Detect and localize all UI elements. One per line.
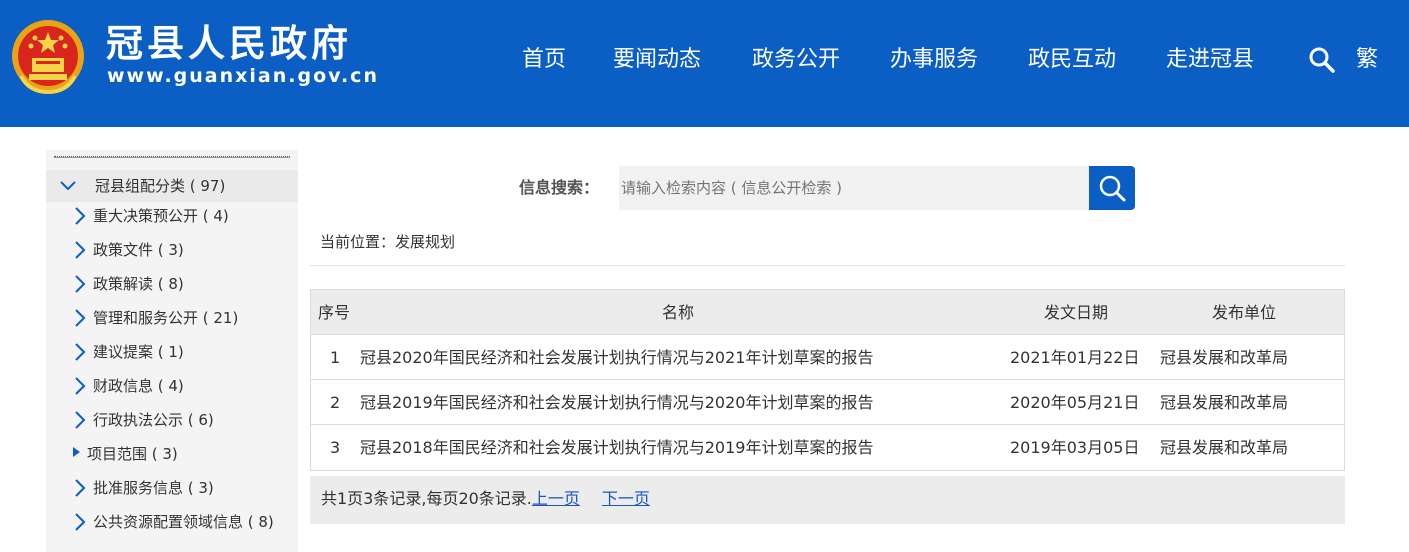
sidebar: 冠县组配分类 ( 97) 重大决策预公开 ( 4) 政策文件 ( 3) 政策解读… xyxy=(46,150,298,552)
chevron-right-icon xyxy=(75,309,86,327)
pagination: 共1页3条记录,每页20条记录.上一页 下一页 xyxy=(310,476,1345,524)
chevron-right-icon xyxy=(75,241,86,259)
sidebar-item-finance[interactable]: 财政信息 ( 4) xyxy=(46,371,298,401)
nav-item-services[interactable]: 办事服务 xyxy=(890,42,978,78)
nav-item-home[interactable]: 首页 xyxy=(522,42,566,78)
row-num: 1 xyxy=(330,348,341,367)
sidebar-item-label: 政策文件 ( 3) xyxy=(93,241,184,259)
sidebar-item-label: 财政信息 ( 4) xyxy=(93,377,184,395)
sidebar-item-label: 项目范围 ( 3) xyxy=(87,445,178,463)
document-table: 序号 名称 发文日期 发布单位 1 冠县2020年国民经济和社会发展计划执行情况… xyxy=(310,289,1345,471)
sidebar-item-law-enforcement[interactable]: 行政执法公示 ( 6) xyxy=(46,405,298,435)
row-title-link[interactable]: 冠县2019年国民经济和社会发展计划执行情况与2020年计划草案的报告 xyxy=(360,380,873,425)
national-emblem-icon[interactable] xyxy=(9,16,87,96)
row-num: 3 xyxy=(330,438,341,457)
row-unit: 冠县发展和改革局 xyxy=(1160,438,1289,457)
pagination-text: 共1页3条记录,每页20条记录.上一页 下一页 xyxy=(321,488,650,510)
sidebar-divider xyxy=(54,156,290,158)
divider xyxy=(310,265,1345,266)
next-page-link[interactable]: 下一页 xyxy=(602,489,650,508)
header-name: 名称 xyxy=(662,303,695,322)
chevron-right-icon xyxy=(75,411,86,429)
prev-page-link[interactable]: 上一页 xyxy=(532,489,580,508)
sidebar-category-head[interactable]: 冠县组配分类 ( 97) xyxy=(46,170,298,202)
table-row[interactable]: 2 冠县2019年国民经济和社会发展计划执行情况与2020年计划草案的报告 20… xyxy=(311,380,1344,425)
search-input[interactable] xyxy=(619,166,1090,210)
row-unit: 冠县发展和改革局 xyxy=(1160,348,1289,367)
header-date: 发文日期 xyxy=(1044,303,1109,322)
sidebar-item-label: 建议提案 ( 1) xyxy=(93,343,184,361)
row-date: 2021年01月22日 xyxy=(1010,348,1140,367)
table-row[interactable]: 3 冠县2018年国民经济和社会发展计划执行情况与2019年计划草案的报告 20… xyxy=(311,425,1344,470)
row-date: 2020年05月21日 xyxy=(1010,393,1140,412)
table-row[interactable]: 1 冠县2020年国民经济和社会发展计划执行情况与2021年计划草案的报告 20… xyxy=(311,335,1344,380)
nav-item-interaction[interactable]: 政民互动 xyxy=(1028,42,1116,78)
chevron-right-icon xyxy=(75,513,86,531)
sidebar-item-label: 批准服务信息 ( 3) xyxy=(93,479,214,497)
sidebar-item-label: 行政执法公示 ( 6) xyxy=(93,411,214,429)
row-title-link[interactable]: 冠县2018年国民经济和社会发展计划执行情况与2019年计划草案的报告 xyxy=(360,425,873,470)
sidebar-item-label: 重大决策预公开 ( 4) xyxy=(93,207,229,225)
chevron-right-icon xyxy=(75,275,86,293)
search-icon xyxy=(1099,175,1126,202)
sidebar-item-label: 政策解读 ( 8) xyxy=(93,275,184,293)
header-num: 序号 xyxy=(318,303,351,322)
search-label: 信息搜索： xyxy=(519,178,600,197)
row-unit: 冠县发展和改革局 xyxy=(1160,393,1289,412)
nav-item-news[interactable]: 要闻动态 xyxy=(613,42,701,78)
chevron-right-icon xyxy=(75,343,86,361)
traditional-chinese-toggle[interactable]: 繁 xyxy=(1356,42,1378,78)
nav-item-about[interactable]: 走进冠县 xyxy=(1166,42,1254,78)
search-icon[interactable] xyxy=(1308,46,1336,74)
chevron-down-icon xyxy=(60,181,76,191)
site-title[interactable]: 冠县人民政府 xyxy=(106,22,352,66)
chevron-right-icon xyxy=(75,377,86,395)
sidebar-item-approval-services[interactable]: 批准服务信息 ( 3) xyxy=(46,473,298,503)
sidebar-item-project-scope[interactable]: 项目范围 ( 3) xyxy=(46,439,298,469)
row-num: 2 xyxy=(330,393,341,412)
search-button[interactable] xyxy=(1089,166,1135,210)
sidebar-item-proposals[interactable]: 建议提案 ( 1) xyxy=(46,337,298,367)
sidebar-item-public-resources[interactable]: 公共资源配置领域信息 ( 8) xyxy=(46,507,298,537)
sidebar-item-policy-docs[interactable]: 政策文件 ( 3) xyxy=(46,235,298,265)
header-unit: 发布单位 xyxy=(1212,303,1277,322)
table-header: 序号 名称 发文日期 发布单位 xyxy=(311,290,1344,335)
triangle-right-icon xyxy=(73,447,80,457)
chevron-right-icon xyxy=(75,479,86,497)
sidebar-item-policy-interpretation[interactable]: 政策解读 ( 8) xyxy=(46,269,298,299)
nav-item-gov-affairs[interactable]: 政务公开 xyxy=(752,42,840,78)
chevron-right-icon xyxy=(75,207,86,225)
site-url: www.guanxian.gov.cn xyxy=(107,65,379,87)
breadcrumb: 当前位置：发展规划 xyxy=(320,233,456,251)
row-date: 2019年03月05日 xyxy=(1010,438,1140,457)
sidebar-item-label: 公共资源配置领域信息 ( 8) xyxy=(93,513,274,531)
site-header: 冠县人民政府 www.guanxian.gov.cn 首页 要闻动态 政务公开 … xyxy=(0,0,1409,127)
sidebar-item-label: 管理和服务公开 ( 21) xyxy=(93,309,239,327)
sidebar-item-major-decisions[interactable]: 重大决策预公开 ( 4) xyxy=(46,201,298,231)
pagination-summary: 共1页3条记录,每页20条记录. xyxy=(321,489,532,508)
row-title-link[interactable]: 冠县2020年国民经济和社会发展计划执行情况与2021年计划草案的报告 xyxy=(360,335,873,380)
sidebar-category-label: 冠县组配分类 ( 97) xyxy=(95,177,226,195)
sidebar-item-management-services[interactable]: 管理和服务公开 ( 21) xyxy=(46,303,298,333)
